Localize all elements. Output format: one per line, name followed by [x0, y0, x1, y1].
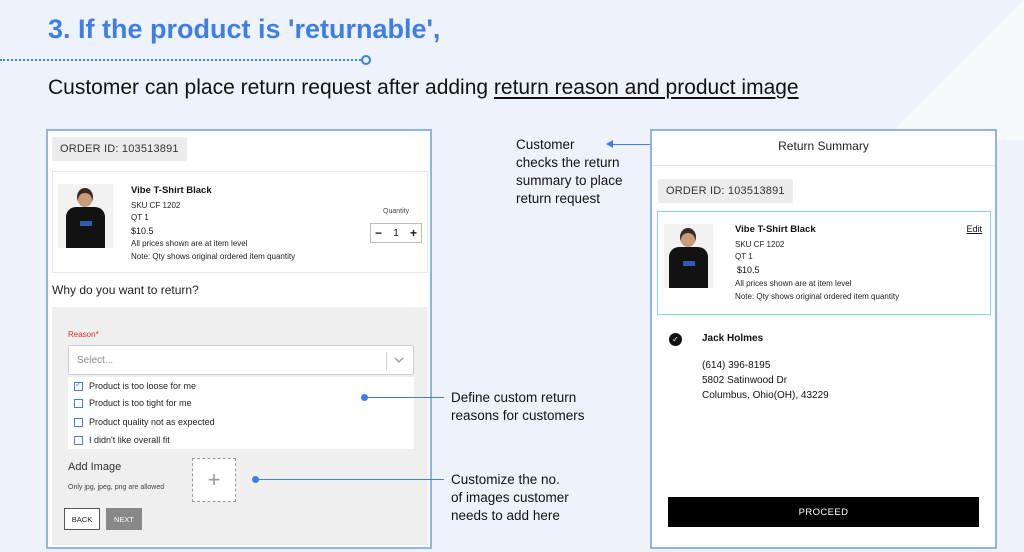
reason-select[interactable]: Select... [68, 345, 414, 375]
product-sku: SKU CF 1202 [131, 201, 181, 210]
address-street: 5802 Satinwood Dr [702, 375, 788, 386]
product-image [58, 184, 113, 248]
summary-divider [652, 165, 995, 166]
subheading-underlined: return reason and product image [493, 76, 799, 99]
add-image-label: Add Image [68, 461, 122, 473]
subheading-text: Customer can place return request after … [48, 76, 494, 99]
next-button[interactable]: NEXT [106, 508, 142, 530]
option-label: Product is too loose for me [89, 381, 197, 391]
page-heading: 3. If the product is 'returnable', [48, 14, 441, 44]
address-phone: (614) 396-8195 [702, 360, 771, 371]
add-image-button[interactable]: + [192, 458, 236, 502]
increment-button[interactable]: + [410, 226, 417, 240]
back-button[interactable]: BACK [64, 508, 100, 530]
annotation-reasons: Define custom return reasons for customer… [451, 390, 585, 423]
product-card: Vibe T-Shirt Black SKU CF 1202 QT 1 $10.… [52, 171, 428, 273]
quantity-label: Quantity [383, 208, 410, 215]
return-question: Why do you want to return? [52, 283, 199, 297]
return-summary-panel: Return Summary ORDER ID: 103513891 Vibe … [650, 129, 997, 549]
product-image [664, 224, 713, 288]
price-note: All prices shown are at item level [735, 279, 852, 288]
select-separator [386, 352, 387, 370]
reason-label: Reason* [68, 330, 99, 339]
reason-option[interactable]: I didn't like overall fit [74, 435, 170, 445]
price-note: All prices shown are at item level [131, 239, 248, 248]
reason-options-list: Product is too loose for me Product is t… [68, 377, 414, 449]
reason-option[interactable]: Product quality not as expected [74, 417, 215, 427]
summary-title: Return Summary [778, 139, 869, 153]
decrement-button[interactable]: − [375, 226, 382, 240]
option-label: Product is too tight for me [89, 398, 192, 408]
annotation-connector [257, 479, 444, 480]
divider-end-circle [361, 55, 371, 65]
address-name: Jack Holmes [702, 333, 764, 344]
address-city: Columbus, Ohio(OH), 43229 [702, 390, 829, 401]
quantity-stepper[interactable]: − 1 + [370, 223, 422, 243]
page-subheading: Customer can place return request after … [48, 76, 799, 100]
qty-note: Note: Qty shows original ordered item qu… [735, 292, 900, 301]
reason-section: Reason* Select... Product is too loose f… [52, 307, 428, 545]
plus-icon: + [207, 467, 221, 492]
checkbox[interactable] [74, 435, 83, 445]
return-form-panel: ORDER ID: 103513891 Vibe T-Shirt Black S… [46, 129, 432, 549]
product-price: $10.5 [131, 226, 154, 236]
check-circle-icon: ✓ [669, 333, 682, 346]
reason-option[interactable]: Product is too loose for me [74, 380, 197, 391]
image-format-note: Only jpg, jpeg, png are allowed [68, 484, 165, 491]
option-label: I didn't like overall fit [89, 435, 170, 445]
proceed-button[interactable]: PROCEED [668, 497, 979, 527]
reason-option[interactable]: Product is too tight for me [74, 398, 192, 408]
order-id-badge: ORDER ID: 103513891 [658, 179, 793, 203]
product-name: Vibe T-Shirt Black [735, 224, 816, 235]
option-label: Product quality not as expected [89, 417, 215, 427]
select-placeholder: Select... [77, 355, 114, 366]
product-sku: SKU CF 1202 [735, 240, 785, 249]
heading-dotted-divider [0, 59, 364, 61]
checkbox[interactable] [74, 417, 83, 427]
product-qty: QT 1 [131, 213, 149, 222]
summary-product-card: Vibe T-Shirt Black SKU CF 1202 QT 1 $10.… [657, 211, 991, 315]
annotation-connector [366, 397, 444, 398]
quantity-value: 1 [393, 227, 399, 239]
qty-note: Note: Qty shows original ordered item qu… [131, 252, 296, 261]
product-qty: QT 1 [735, 252, 753, 261]
order-id-badge: ORDER ID: 103513891 [52, 137, 187, 161]
edit-link[interactable]: Edit [966, 224, 982, 234]
chevron-down-icon[interactable] [393, 354, 405, 366]
check-icon[interactable] [74, 380, 83, 391]
background-decoration [884, 0, 1024, 140]
product-price: $10.5 [737, 265, 760, 275]
product-name: Vibe T-Shirt Black [131, 185, 212, 196]
annotation-images: Customize the no. of images customer needs… [451, 472, 569, 523]
checkbox[interactable] [74, 398, 83, 408]
